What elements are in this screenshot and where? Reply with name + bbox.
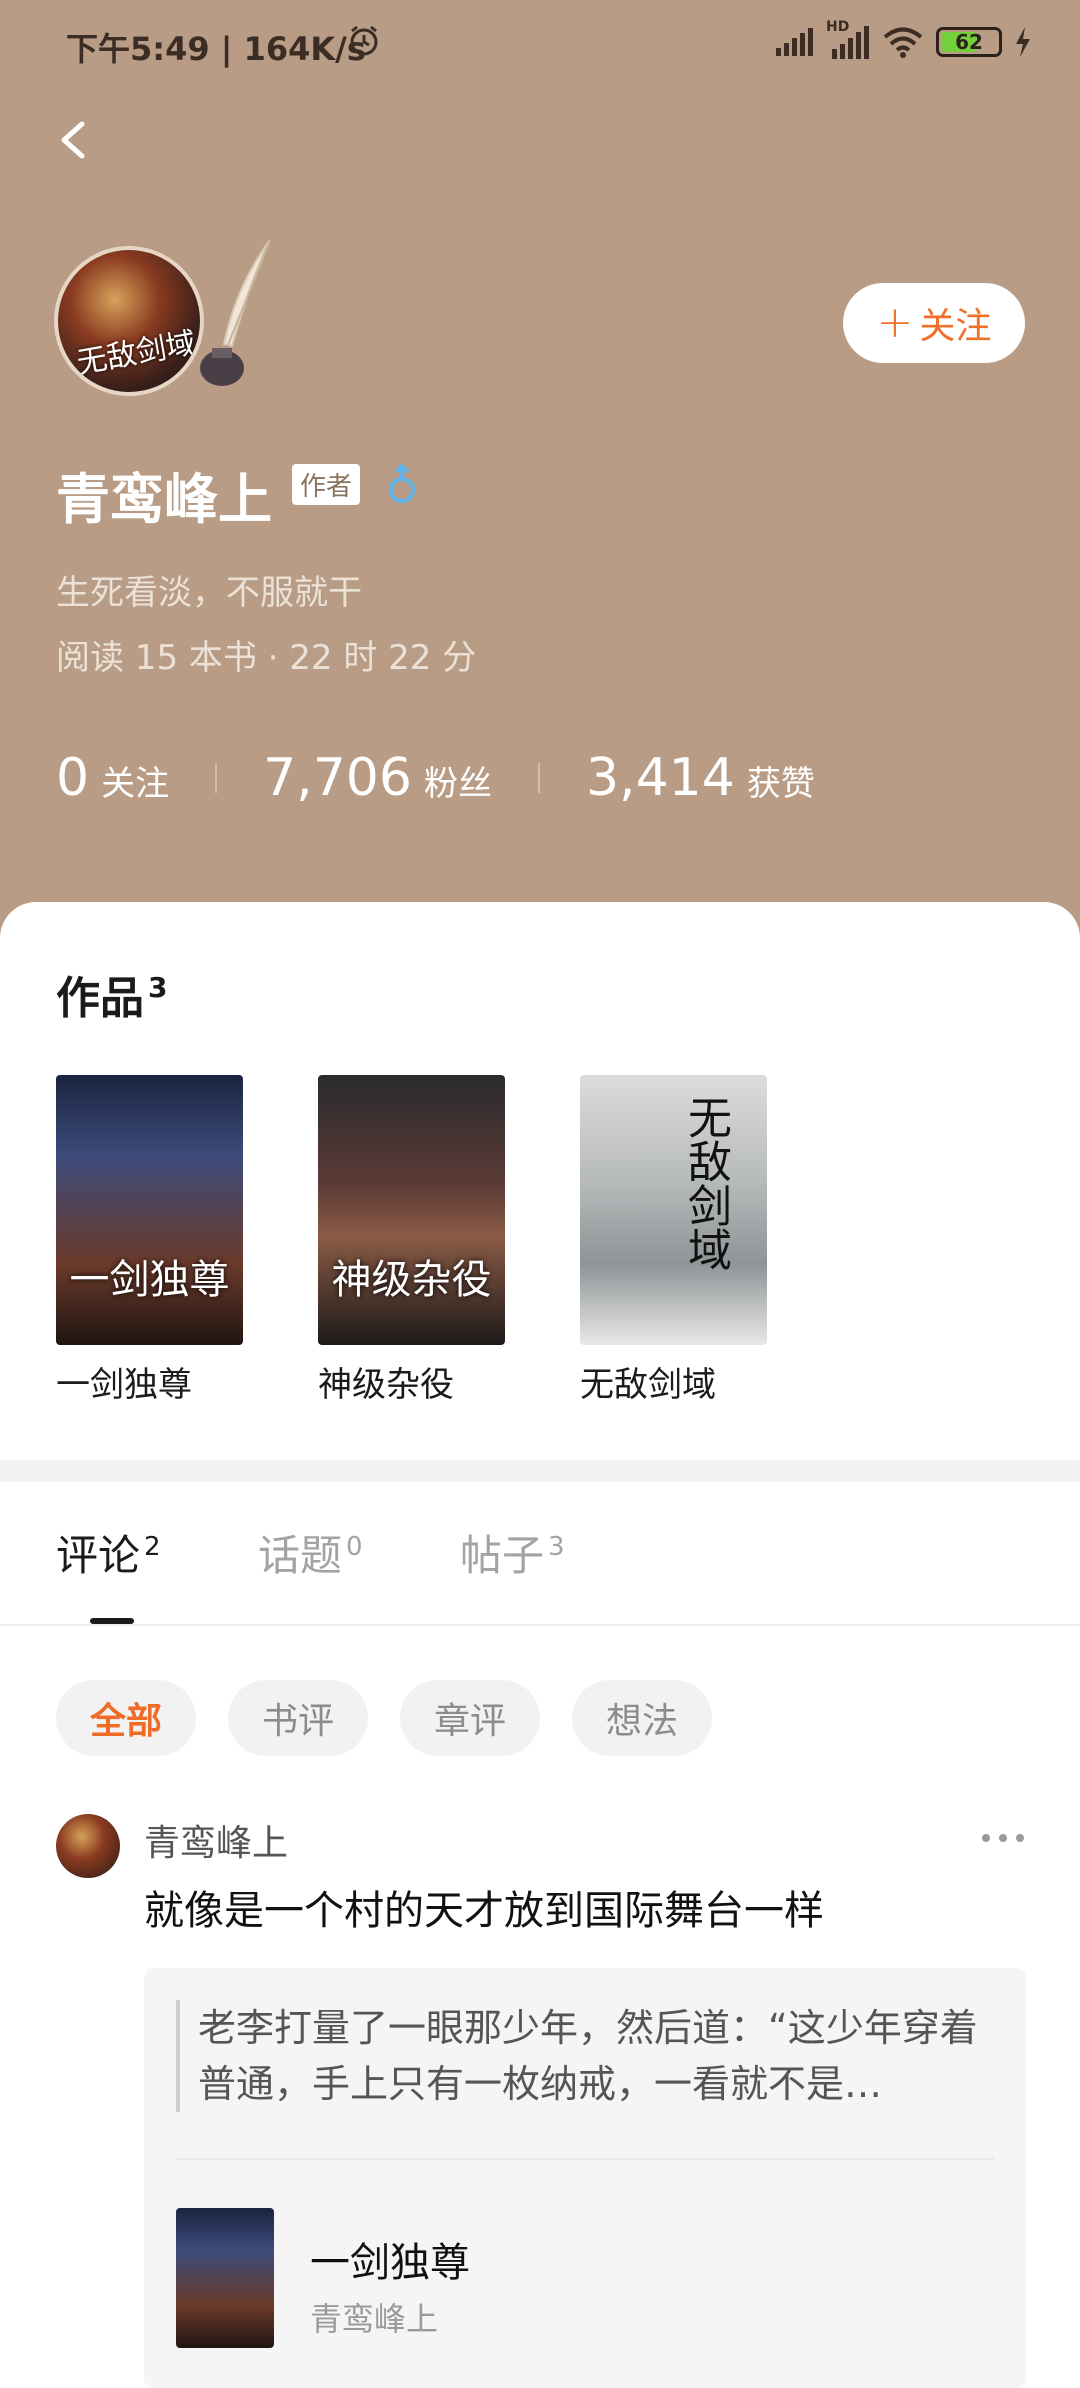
section-separator bbox=[0, 1460, 1080, 1482]
comment-text: 就像是一个村的天才放到国际舞台一样 bbox=[144, 1888, 824, 1934]
avatar[interactable]: 无敌剑域 bbox=[54, 246, 204, 396]
book-cover[interactable]: 无敌剑域 bbox=[580, 1075, 767, 1345]
tab-posts[interactable]: 帖子 3 bbox=[460, 1522, 565, 1583]
works-title-label: 作品 bbox=[56, 973, 144, 1024]
author-name: 青鸾峰上 bbox=[56, 468, 272, 531]
follow-label: 关注 bbox=[919, 306, 992, 347]
battery-level: 62 bbox=[955, 30, 983, 54]
stat-likes-label: 获赞 bbox=[746, 764, 815, 804]
alarm-icon bbox=[350, 25, 378, 56]
comment-author[interactable]: 青鸾峰上 bbox=[144, 1814, 288, 1866]
status-bar: 下午5:49 | 164K/s HD 62 bbox=[0, 0, 1080, 90]
filter-book-review[interactable]: 书评 bbox=[228, 1680, 369, 1756]
divider bbox=[176, 2158, 994, 2160]
active-tab-indicator bbox=[90, 1618, 134, 1624]
author-badge: 作者 bbox=[292, 464, 361, 505]
book-cover-title: 无敌剑域 bbox=[680, 1095, 731, 1271]
avatar[interactable] bbox=[56, 1814, 120, 1878]
works-count: 3 bbox=[148, 971, 168, 1005]
stats-row: 0 关注 7,706 粉丝 3,414 获赞 bbox=[56, 748, 815, 808]
book-title: 一剑独尊 bbox=[310, 2240, 470, 2286]
tab-bar: 评论 2 话题 0 帖子 3 bbox=[0, 1482, 1080, 1626]
author-avatar-wrap[interactable]: 无敌剑域 bbox=[54, 236, 271, 406]
book-author: 青鸾峰上 bbox=[310, 2300, 439, 2338]
stat-fans-count: 7,706 bbox=[263, 748, 412, 808]
stat-following-label: 关注 bbox=[101, 764, 170, 804]
book-cover[interactable]: 神级杂役 bbox=[318, 1075, 505, 1345]
charging-icon bbox=[1016, 27, 1030, 57]
book-card[interactable]: 一剑独尊 一剑独尊 bbox=[56, 1075, 243, 1406]
author-bio: 生死看淡，不服就干 bbox=[56, 573, 362, 613]
stat-divider bbox=[537, 763, 540, 793]
book-card[interactable]: 神级杂役 神级杂役 bbox=[318, 1075, 505, 1406]
quoted-book-card[interactable]: 老李打量了一眼那少年，然后道：“这少年穿着普通，手上只有一枚纳戒，一看就不是… … bbox=[144, 1968, 1026, 2388]
more-options-icon[interactable] bbox=[980, 1832, 1026, 1844]
filter-chapter-review[interactable]: 章评 bbox=[400, 1680, 541, 1756]
profile-header: 下午5:49 | 164K/s HD 62 无敌剑域 + 关注 青鸾峰上 作者 … bbox=[0, 0, 1080, 960]
stat-fans-label: 粉丝 bbox=[423, 764, 492, 804]
quill-badge-icon bbox=[200, 239, 271, 386]
book-title: 无敌剑域 bbox=[580, 1365, 716, 1405]
follow-button[interactable]: + 关注 bbox=[843, 283, 1025, 363]
tab-comments-count: 2 bbox=[144, 1532, 161, 1562]
tab-topics[interactable]: 话题 0 bbox=[258, 1522, 363, 1583]
male-gender-icon bbox=[389, 463, 415, 503]
tab-comments-label: 评论 bbox=[56, 1531, 141, 1580]
tab-comments[interactable]: 评论 2 bbox=[56, 1522, 161, 1583]
book-cover-title: 一剑独尊 bbox=[69, 1257, 230, 1303]
filter-chips: 全部 书评 章评 想法 bbox=[56, 1680, 713, 1756]
signal-icon bbox=[776, 28, 813, 56]
stat-fans[interactable]: 7,706 粉丝 bbox=[263, 748, 492, 808]
stat-following[interactable]: 0 关注 bbox=[56, 748, 169, 808]
book-title: 神级杂役 bbox=[318, 1365, 454, 1405]
stat-likes-count: 3,414 bbox=[585, 748, 735, 808]
stat-likes[interactable]: 3,414 获赞 bbox=[586, 748, 815, 808]
filter-all[interactable]: 全部 bbox=[56, 1680, 197, 1756]
hd-signal-icon: HD bbox=[826, 19, 870, 59]
book-cover[interactable] bbox=[176, 2208, 274, 2348]
quoted-excerpt: 老李打量了一眼那少年，然后道：“这少年穿着普通，手上只有一枚纳戒，一看就不是… bbox=[176, 2000, 998, 2112]
plus-icon: + bbox=[876, 297, 914, 348]
reading-stats: 阅读 15 本书 · 22 时 22 分 bbox=[56, 638, 477, 678]
book-cover-title: 神级杂役 bbox=[331, 1257, 492, 1303]
battery-icon: 62 bbox=[936, 27, 1002, 57]
back-icon[interactable] bbox=[48, 110, 98, 170]
works-title: 作品 3 bbox=[56, 962, 167, 1026]
book-title: 一剑独尊 bbox=[56, 1365, 192, 1405]
filter-thoughts[interactable]: 想法 bbox=[572, 1680, 713, 1756]
stat-following-count: 0 bbox=[56, 748, 90, 808]
avatar-logo: 无敌剑域 bbox=[74, 325, 199, 382]
works-list: 一剑独尊 一剑独尊 神级杂役 神级杂役 无敌剑域 无敌剑域 bbox=[56, 1075, 767, 1406]
tab-posts-count: 3 bbox=[548, 1532, 565, 1562]
tab-topics-label: 话题 bbox=[258, 1531, 343, 1580]
status-time: 下午5:49 | 164K/s bbox=[66, 30, 366, 68]
stat-divider bbox=[215, 763, 218, 793]
book-cover[interactable]: 一剑独尊 bbox=[56, 1075, 243, 1345]
tab-topics-count: 0 bbox=[346, 1532, 363, 1562]
book-card[interactable]: 无敌剑域 无敌剑域 bbox=[580, 1075, 767, 1406]
status-icons: HD 62 bbox=[774, 19, 1032, 62]
wifi-icon bbox=[883, 27, 923, 58]
tab-posts-label: 帖子 bbox=[460, 1531, 545, 1580]
